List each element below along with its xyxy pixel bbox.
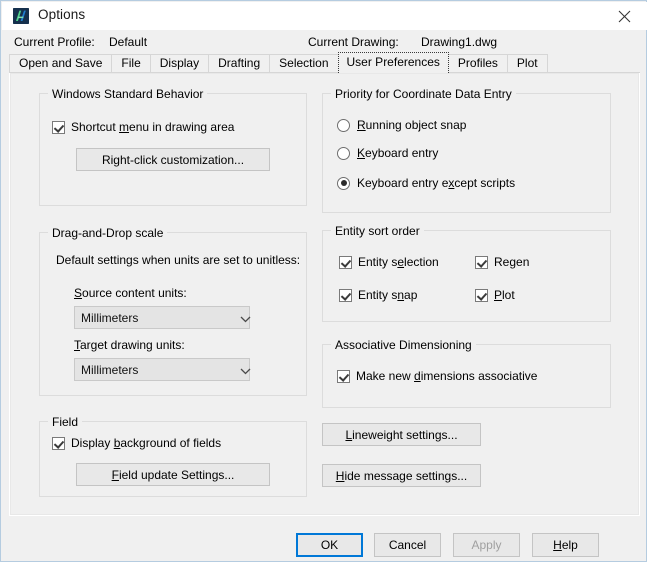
checkbox-make-new-dimensions-associative-row[interactable]: Make new dimensions associative <box>337 369 537 383</box>
source-content-units-combo[interactable]: Millimeters <box>74 306 251 329</box>
plot-label: Plot <box>494 288 515 302</box>
display-background-checkbox-icon[interactable] <box>52 436 65 450</box>
apply-button: Apply <box>453 533 520 557</box>
tab-display[interactable]: Display <box>149 54 210 73</box>
source-content-units-label: Source content units: <box>74 286 187 300</box>
running-object-snap-radio-icon[interactable] <box>337 118 350 132</box>
checkbox-display-background-row[interactable]: Display background of fields <box>52 436 221 450</box>
display-background-label: Display background of fields <box>71 436 222 450</box>
group-title-priority-coordinate-data-entry: Priority for Coordinate Data Entry <box>331 87 516 101</box>
keyboard-entry-except-scripts-radio-icon[interactable] <box>337 176 350 190</box>
group-associative-dimensioning: Associative Dimensioning Make new dimens… <box>322 338 611 408</box>
plot-checkbox-icon[interactable] <box>475 288 488 302</box>
tab-selection[interactable]: Selection <box>269 54 339 73</box>
cancel-button-label: Cancel <box>388 538 427 552</box>
group-field: Field Display background of fields Field… <box>39 415 307 497</box>
radio-keyboard-entry-except-scripts[interactable]: Keyboard entry except scripts <box>337 176 515 190</box>
cancel-button[interactable]: Cancel <box>374 533 441 557</box>
checkbox-entity-selection-row[interactable]: Entity selection <box>339 255 439 269</box>
ok-button-label: OK <box>320 538 339 552</box>
current-profile-label: Current Profile: <box>14 35 95 49</box>
tab-user-preferences[interactable]: User Preferences <box>337 52 449 73</box>
keyboard-entry-label: Keyboard entry <box>357 146 439 160</box>
hide-message-settings-label: Hide message settings... <box>335 468 468 483</box>
target-drawing-units-combo[interactable]: Millimeters <box>74 358 251 381</box>
checkbox-regen-row[interactable]: Regen <box>475 255 529 269</box>
close-icon[interactable] <box>602 2 647 30</box>
checkbox-shortcut-menu-row[interactable]: Shortcut menu in drawing area <box>52 120 234 134</box>
radio-running-object-snap[interactable]: Running object snap <box>337 118 466 132</box>
keyboard-entry-radio-icon[interactable] <box>337 146 350 160</box>
radio-keyboard-entry[interactable]: Keyboard entry <box>337 146 438 160</box>
entity-selection-label: Entity selection <box>358 255 439 269</box>
entity-selection-checkbox-icon[interactable] <box>339 255 352 269</box>
group-drag-and-drop-scale: Drag-and-Drop scale Default settings whe… <box>39 226 307 396</box>
field-update-settings-button[interactable]: Field update Settings... <box>76 463 270 486</box>
right-click-customization-label: Right-click customization... <box>101 152 245 167</box>
entity-snap-checkbox-icon[interactable] <box>339 288 352 302</box>
tab-open-and-save[interactable]: Open and Save <box>9 54 113 73</box>
regen-label: Regen <box>494 255 530 269</box>
group-entity-sort-order: Entity sort order Entity selection Regen… <box>322 224 611 322</box>
tab-strip: Open and Save File Display Drafting Sele… <box>9 52 548 73</box>
autocad-app-icon <box>13 8 29 24</box>
group-title-associative-dimensioning: Associative Dimensioning <box>331 338 476 352</box>
help-button-label: Help <box>553 538 578 552</box>
current-drawing-value: Drawing1.dwg <box>421 35 498 49</box>
shortcut-menu-checkbox-icon[interactable] <box>52 120 65 134</box>
group-title-drag-and-drop-scale: Drag-and-Drop scale <box>48 226 168 240</box>
entity-snap-label: Entity snap <box>358 288 418 302</box>
running-object-snap-label: Running object snap <box>357 118 467 132</box>
group-priority-coordinate-data-entry: Priority for Coordinate Data Entry Runni… <box>322 87 611 213</box>
group-windows-standard-behavior: Windows Standard Behavior Shortcut menu … <box>39 87 307 206</box>
make-new-dimensions-associative-checkbox-icon[interactable] <box>337 369 350 383</box>
target-drawing-units-value: Millimeters <box>81 362 139 377</box>
field-update-settings-label: Field update Settings... <box>111 467 235 482</box>
lineweight-settings-label: Lineweight settings... <box>345 427 458 442</box>
shortcut-menu-label: Shortcut menu in drawing area <box>71 120 235 134</box>
title-bar: Options <box>2 2 647 30</box>
user-preferences-panel: Windows Standard Behavior Shortcut menu … <box>9 72 640 516</box>
options-dialog: Options Current Profile: Default Current… <box>0 0 647 562</box>
keyboard-entry-except-scripts-label: Keyboard entry except scripts <box>357 176 516 190</box>
hide-message-settings-button[interactable]: Hide message settings... <box>322 464 481 487</box>
right-click-customization-button[interactable]: Right-click customization... <box>76 148 270 171</box>
group-title-field: Field <box>48 415 83 429</box>
tab-profiles[interactable]: Profiles <box>447 54 508 73</box>
make-new-dimensions-associative-label: Make new dimensions associative <box>356 369 538 383</box>
checkbox-plot-row[interactable]: Plot <box>475 288 515 302</box>
group-title-entity-sort-order: Entity sort order <box>331 224 424 238</box>
ok-button[interactable]: OK <box>296 533 363 557</box>
group-title-windows-standard-behavior: Windows Standard Behavior <box>48 87 208 101</box>
lineweight-settings-button[interactable]: Lineweight settings... <box>322 423 481 446</box>
window-title: Options <box>38 7 86 22</box>
source-content-units-value: Millimeters <box>81 310 139 325</box>
tab-file[interactable]: File <box>111 54 151 73</box>
tab-drafting[interactable]: Drafting <box>208 54 271 73</box>
regen-checkbox-icon[interactable] <box>475 255 488 269</box>
checkbox-entity-snap-row[interactable]: Entity snap <box>339 288 417 302</box>
current-profile-value: Default <box>109 35 148 49</box>
help-button[interactable]: Help <box>532 533 599 557</box>
current-drawing-label: Current Drawing: <box>308 35 399 49</box>
tab-plot[interactable]: Plot <box>506 54 548 73</box>
drag-drop-description: Default settings when units are set to u… <box>56 253 301 267</box>
target-drawing-units-label: Target drawing units: <box>74 338 185 352</box>
apply-button-label: Apply <box>471 538 502 552</box>
